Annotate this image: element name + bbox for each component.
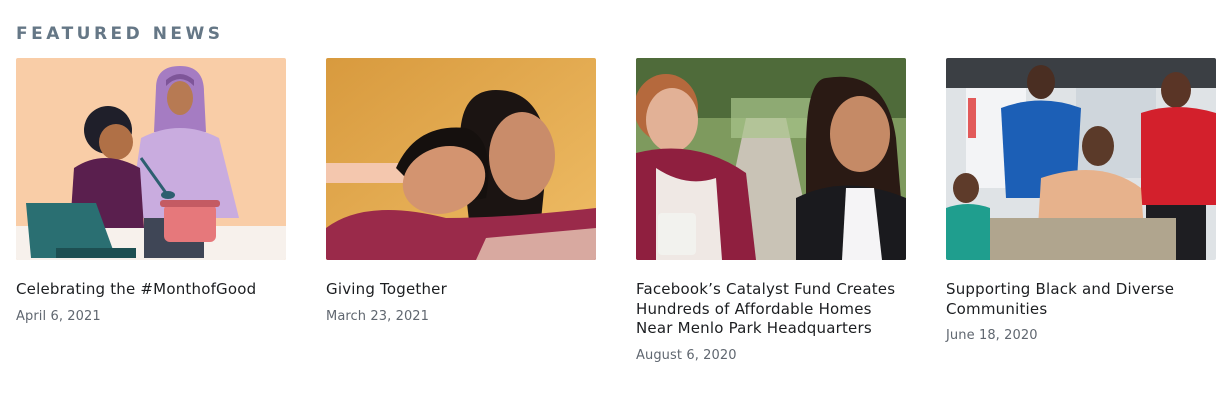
news-card-title[interactable]: Facebook’s Catalyst Fund Creates Hundred… bbox=[636, 280, 906, 339]
family-cooking-illustration bbox=[16, 58, 286, 260]
news-card[interactable]: Giving Together March 23, 2021 bbox=[326, 58, 596, 324]
two-women-photo bbox=[326, 58, 596, 260]
section-heading: FEATURED NEWS bbox=[16, 24, 224, 44]
news-card[interactable]: Supporting Black and Diverse Communities… bbox=[946, 58, 1216, 343]
news-card-image[interactable] bbox=[636, 58, 906, 260]
news-card-date: June 18, 2020 bbox=[946, 328, 1038, 343]
news-card[interactable]: Celebrating the #MonthofGood April 6, 20… bbox=[16, 58, 286, 324]
news-card-image[interactable] bbox=[326, 58, 596, 260]
news-card-image[interactable] bbox=[946, 58, 1216, 260]
news-card-title[interactable]: Supporting Black and Diverse Communities bbox=[946, 280, 1216, 319]
news-card-date: August 6, 2020 bbox=[636, 347, 737, 363]
news-card-date: April 6, 2021 bbox=[16, 308, 101, 324]
women-outdoor-photo bbox=[636, 58, 906, 260]
news-card-title[interactable]: Celebrating the #MonthofGood bbox=[16, 280, 286, 300]
news-card[interactable]: Facebook’s Catalyst Fund Creates Hundred… bbox=[636, 58, 906, 363]
news-card-date: March 23, 2021 bbox=[326, 308, 430, 324]
news-card-image[interactable] bbox=[16, 58, 286, 260]
barbershop-group-photo bbox=[946, 58, 1216, 260]
news-card-title[interactable]: Giving Together bbox=[326, 280, 596, 300]
